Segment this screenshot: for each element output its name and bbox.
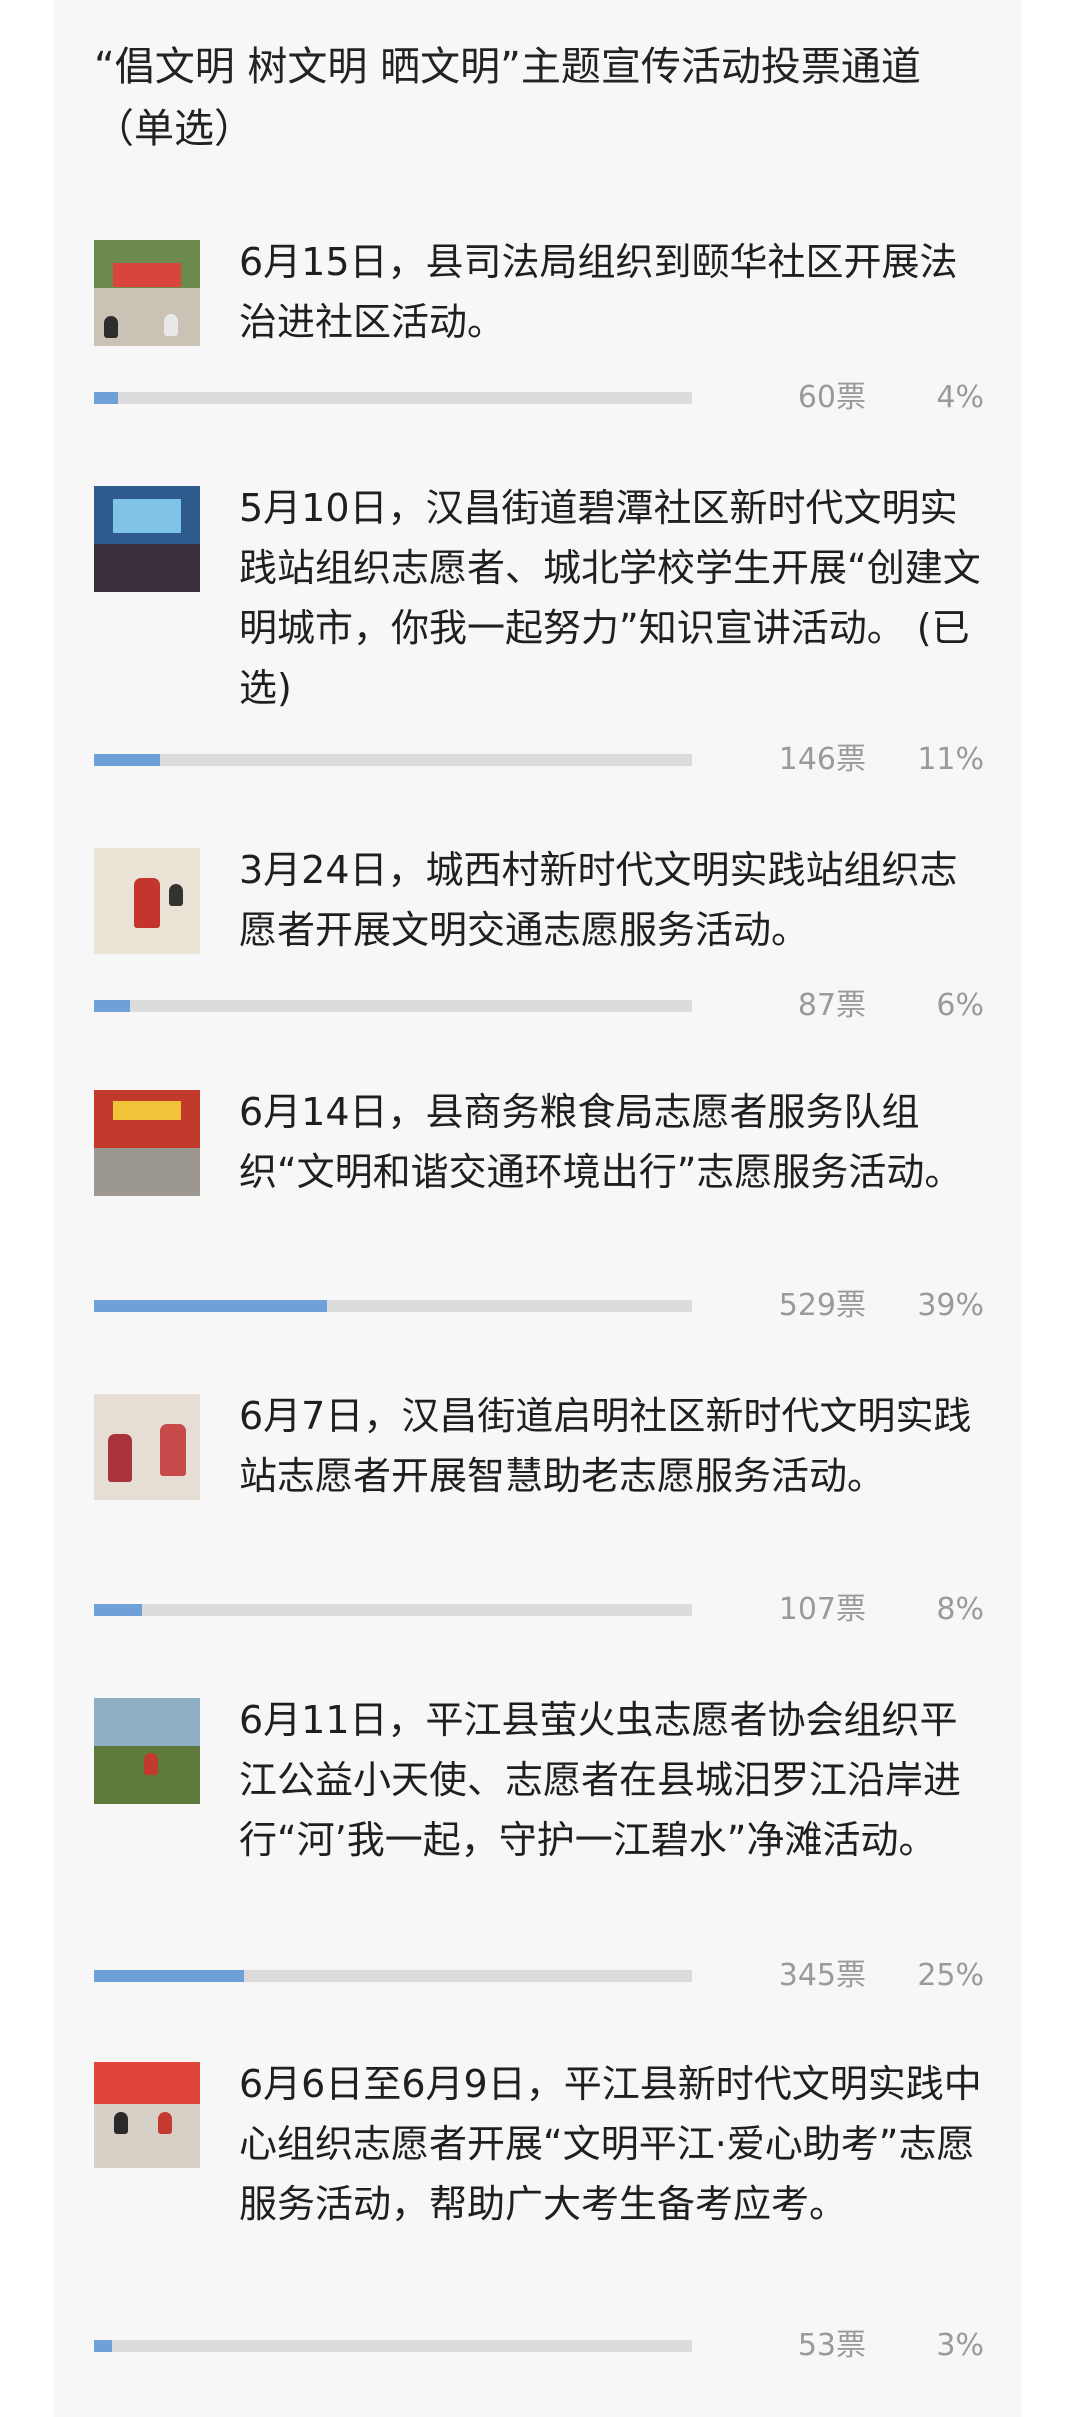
- vote-bar-fill: [94, 1604, 142, 1616]
- vote-bar-fill: [94, 392, 118, 404]
- vote-percent: 6%: [936, 988, 984, 1023]
- vote-bar: [94, 2340, 692, 2352]
- vote-percent: 3%: [936, 2328, 984, 2363]
- poll-card: “倡文明 树文明 晒文明”主题宣传活动投票通道（单选） 6月15日，县司法局组织…: [54, 0, 1022, 2417]
- option-thumbnail: [94, 486, 200, 592]
- vote-bar-fill: [94, 754, 160, 766]
- option-thumbnail: [94, 1698, 200, 1804]
- vote-count: 146票: [778, 742, 866, 777]
- option-text: 6月15日，县司法局组织到颐华社区开展法治进社区活动。: [239, 240, 958, 344]
- vote-count: 87票: [797, 988, 866, 1023]
- option-thumbnail: [94, 1090, 200, 1196]
- option-text: 6月7日，汉昌街道启明社区新时代文明实践站志愿者开展智慧助老志愿服务活动。: [239, 1394, 972, 1498]
- poll-option[interactable]: 6月6日至6月9日，平江县新时代文明实践中心组织志愿者开展“文明平江·爱心助考”…: [94, 2054, 984, 2363]
- vote-bar: [94, 754, 692, 766]
- vote-bar-fill: [94, 2340, 112, 2352]
- poll-option[interactable]: 3月24日，城西村新时代文明实践站组织志愿者开展文明交通志愿服务活动。 87票 …: [94, 840, 984, 1023]
- poll-title: “倡文明 树文明 晒文明”主题宣传活动投票通道（单选）: [94, 44, 921, 152]
- option-text: 3月24日，城西村新时代文明实践站组织志愿者开展文明交通志愿服务活动。: [239, 848, 958, 952]
- vote-bar-fill: [94, 1970, 244, 1982]
- option-thumbnail: [94, 1394, 200, 1500]
- vote-bar: [94, 1000, 692, 1012]
- poll-option[interactable]: 6月11日，平江县萤火虫志愿者协会组织平江公益小天使、志愿者在县城汨罗江沿岸进行…: [94, 1690, 984, 1993]
- option-text: 6月6日至6月9日，平江县新时代文明实践中心组织志愿者开展“文明平江·爱心助考”…: [239, 2062, 982, 2226]
- vote-percent: 11%: [917, 742, 984, 777]
- poll-option[interactable]: 6月7日，汉昌街道启明社区新时代文明实践站志愿者开展智慧助老志愿服务活动。 10…: [94, 1386, 984, 1627]
- option-text: 5月10日，汉昌街道碧潭社区新时代文明实践站组织志愿者、城北学校学生开展“创建文…: [239, 486, 981, 710]
- vote-percent: 25%: [917, 1958, 984, 1993]
- vote-bar: [94, 392, 692, 404]
- option-thumbnail: [94, 848, 200, 954]
- option-text: 6月11日，平江县萤火虫志愿者协会组织平江公益小天使、志愿者在县城汨罗江沿岸进行…: [239, 1698, 962, 1862]
- vote-bar: [94, 1970, 692, 1982]
- vote-count: 60票: [797, 380, 866, 415]
- vote-count: 529票: [778, 1288, 866, 1323]
- vote-bar: [94, 1300, 692, 1312]
- vote-count: 345票: [778, 1958, 866, 1993]
- option-text: 6月14日，县商务粮食局志愿者服务队组织“文明和谐交通环境出行”志愿服务活动。: [239, 1090, 963, 1194]
- option-thumbnail: [94, 240, 200, 346]
- vote-count: 107票: [778, 1592, 866, 1627]
- vote-bar: [94, 1604, 692, 1616]
- vote-bar-fill: [94, 1300, 328, 1312]
- vote-percent: 4%: [936, 380, 984, 415]
- vote-percent: 8%: [936, 1592, 984, 1627]
- vote-count: 53票: [797, 2328, 866, 2363]
- option-thumbnail: [94, 2062, 200, 2168]
- vote-percent: 39%: [917, 1288, 984, 1323]
- poll-option[interactable]: 6月15日，县司法局组织到颐华社区开展法治进社区活动。 60票 4%: [94, 232, 984, 415]
- poll-option[interactable]: 6月14日，县商务粮食局志愿者服务队组织“文明和谐交通环境出行”志愿服务活动。 …: [94, 1082, 984, 1323]
- poll-option[interactable]: 5月10日，汉昌街道碧潭社区新时代文明实践站组织志愿者、城北学校学生开展“创建文…: [94, 478, 984, 778]
- vote-bar-fill: [94, 1000, 130, 1012]
